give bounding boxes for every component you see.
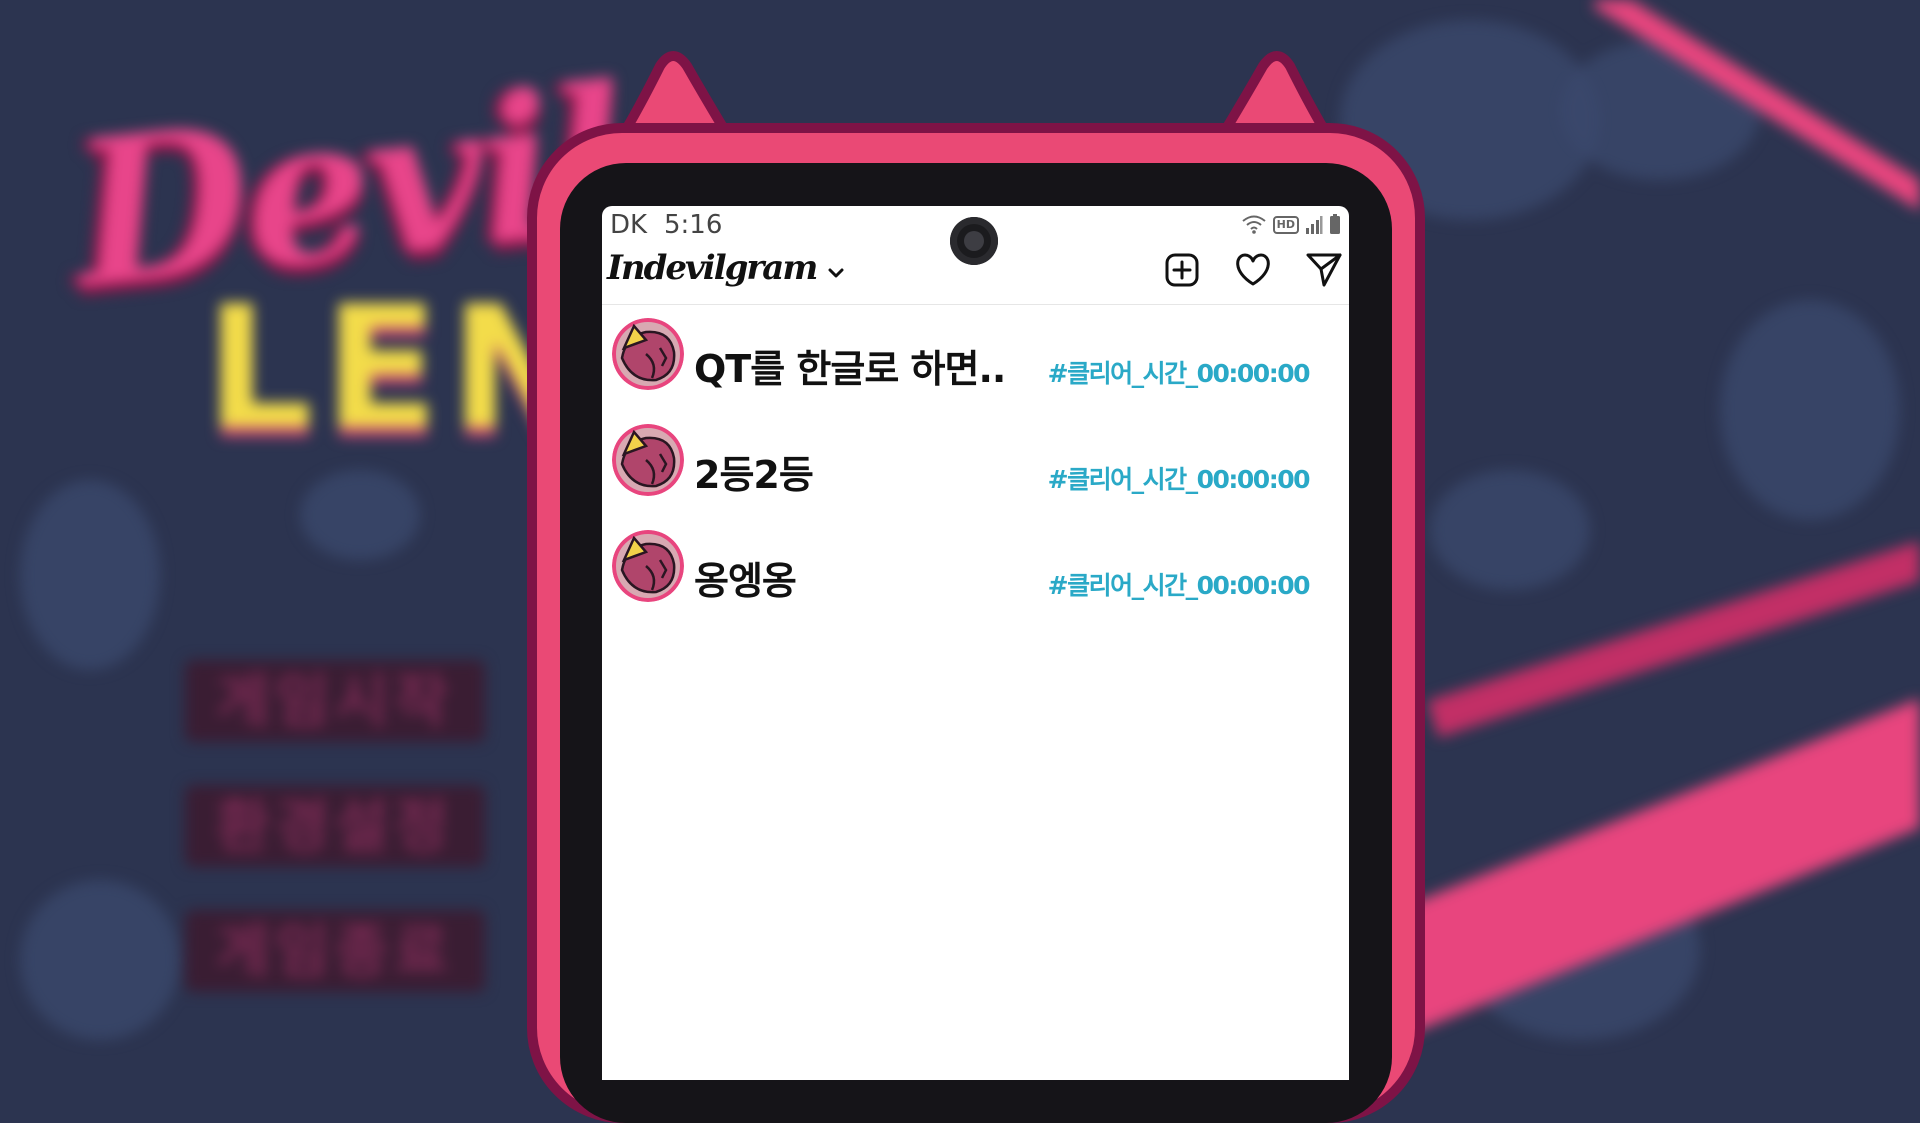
app-name-label: Indevilgram bbox=[607, 248, 818, 288]
activity-button[interactable] bbox=[1233, 250, 1273, 290]
post-hashtag[interactable]: #클리어_시간_00:00:00 bbox=[1048, 460, 1311, 496]
status-clock: 5:16 bbox=[664, 210, 723, 240]
post-title: 옹엥옹 bbox=[694, 559, 797, 603]
bg-menu-settings: 환경설정 bbox=[185, 785, 485, 867]
signal-icon bbox=[1306, 216, 1323, 234]
feed-item[interactable]: 2등2등 #클리어_시간_00:00:00 bbox=[602, 416, 1349, 522]
post-title: 2등2등 bbox=[694, 453, 814, 497]
post-hashtag[interactable]: #클리어_시간_00:00:00 bbox=[1048, 354, 1311, 390]
wifi-icon bbox=[1242, 215, 1266, 234]
front-camera bbox=[950, 217, 998, 265]
heart-icon bbox=[1236, 253, 1270, 286]
direct-message-button[interactable] bbox=[1304, 250, 1344, 290]
devil-avatar-icon bbox=[612, 318, 684, 390]
feed-list: QT를 한글로 하면.. #클리어_시간_00:00:00 2등2등 #클리어_… bbox=[602, 310, 1349, 628]
chevron-down-icon bbox=[828, 268, 844, 278]
battery-icon bbox=[1330, 214, 1340, 234]
post-title: QT를 한글로 하면.. bbox=[694, 347, 1006, 391]
post-hashtag[interactable]: #클리어_시간_00:00:00 bbox=[1048, 566, 1311, 602]
add-post-icon bbox=[1165, 253, 1199, 287]
hd-icon: HD bbox=[1272, 216, 1299, 234]
send-icon bbox=[1306, 253, 1342, 287]
bg-menu-quit: 게임종료 bbox=[185, 910, 485, 992]
devil-avatar-icon bbox=[612, 424, 684, 496]
feed-item[interactable]: 옹엥옹 #클리어_시간_00:00:00 bbox=[602, 522, 1349, 628]
bg-menu-start: 게임시작 bbox=[185, 660, 485, 742]
phone-screen: DK 5:16 HD Indevilgram QT를 한글로 하면.. #클리어… bbox=[602, 206, 1349, 1080]
feed-item[interactable]: QT를 한글로 하면.. #클리어_시간_00:00:00 bbox=[602, 310, 1349, 416]
devil-avatar-icon bbox=[612, 530, 684, 602]
app-name-switcher[interactable]: Indevilgram bbox=[607, 248, 844, 288]
carrier-label: DK bbox=[610, 210, 648, 240]
add-post-button[interactable] bbox=[1162, 250, 1202, 290]
